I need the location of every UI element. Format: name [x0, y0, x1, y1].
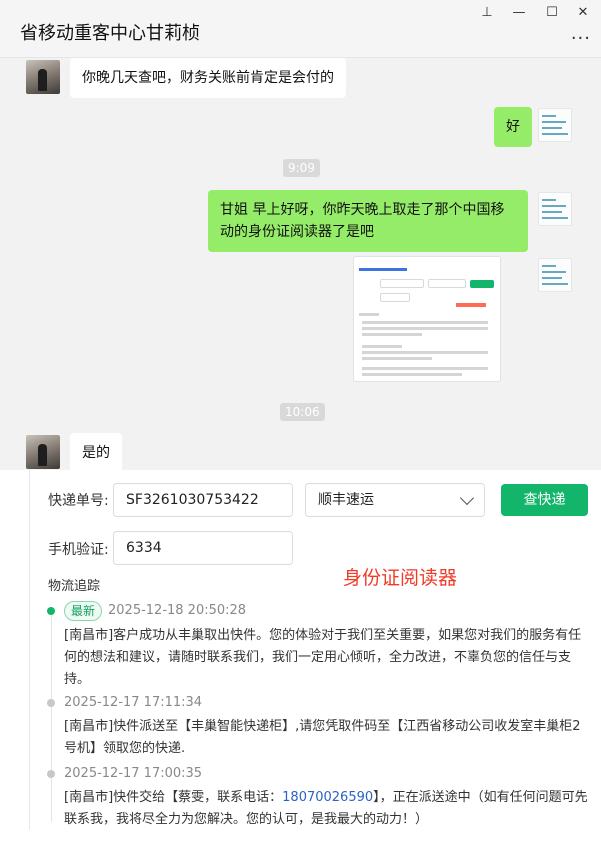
message-timestamp: 9:09 — [283, 159, 320, 177]
my-avatar[interactable] — [538, 108, 572, 142]
event-time: 2025-12-18 20:50:28 — [108, 603, 247, 618]
latest-badge: 最新 — [64, 601, 103, 621]
timeline-dot — [47, 699, 55, 707]
more-options-icon[interactable]: ··· — [571, 28, 591, 49]
chat-area[interactable]: 你晚几天查吧，财务关账前肯定是会付的 好 9:09 甘姐 早上好呀，你昨天晚上取… — [0, 58, 601, 470]
pin-icon[interactable]: ⊥ — [476, 4, 498, 22]
close-icon[interactable]: ✕ — [572, 4, 594, 22]
event-text-part: [南昌市]快件交给【蔡雯，联系电话： — [64, 790, 283, 805]
message-bubble-incoming[interactable]: 是的 — [70, 433, 122, 470]
tracking-section-title: 物流追踪 — [48, 579, 101, 594]
timeline-line — [51, 612, 52, 822]
query-courier-button[interactable]: 查快递 — [501, 484, 588, 516]
carrier-select[interactable]: 顺丰速运 — [305, 483, 485, 517]
chevron-down-icon — [459, 490, 475, 506]
contact-avatar[interactable] — [26, 435, 60, 469]
image-message-thumbnail[interactable] — [353, 256, 501, 382]
message-bubble-outgoing[interactable]: 好 — [494, 107, 532, 147]
tracking-number-input[interactable]: SF3261030753422 — [113, 483, 293, 517]
phone-verify-label: 手机验证: — [48, 542, 109, 558]
message-timestamp: 10:06 — [280, 403, 325, 421]
courier-phone-link[interactable]: 18070026590 — [282, 790, 373, 805]
tracking-number-label: 快递单号: — [48, 493, 109, 509]
annotation-text: 身份证阅读器 — [343, 567, 458, 589]
my-avatar[interactable] — [538, 192, 572, 226]
phone-verify-input[interactable]: 6334 — [113, 531, 293, 565]
maximize-icon[interactable]: ☐ — [541, 4, 563, 22]
timeline-dot-latest — [47, 607, 55, 615]
event-description: [南昌市]快件交给【蔡雯，联系电话：18070026590】，正在派送途中（如有… — [64, 787, 592, 831]
contact-avatar[interactable] — [26, 60, 60, 94]
event-description: [南昌市]客户成功从丰巢取出快件。您的体验对于我们至关重要，如果您对我们的服务有… — [64, 628, 582, 687]
message-bubble-incoming[interactable]: 你晚几天查吧，财务关账前肯定是会付的 — [70, 58, 346, 98]
event-description: [南昌市]快件派送至【丰巢智能快递柜】,请您凭取件码至【江西省移动公司收发室丰巢… — [64, 719, 581, 756]
minimize-icon[interactable]: — — [508, 4, 530, 22]
event-time: 2025-12-17 17:11:34 — [64, 695, 203, 710]
event-time: 2025-12-17 17:00:35 — [64, 766, 203, 781]
my-avatar[interactable] — [538, 258, 572, 292]
chat-title: 省移动重客中心甘莉桢 — [20, 23, 200, 44]
timeline-dot — [47, 770, 55, 778]
panel-divider — [29, 470, 30, 830]
title-bar: 省移动重客中心甘莉桢 ⊥ — ☐ ✕ ··· — [0, 0, 601, 58]
message-bubble-outgoing[interactable]: 甘姐 早上好呀，你昨天晚上取走了那个中国移动的身份证阅读器了是吧 — [208, 190, 528, 252]
carrier-select-value: 顺丰速运 — [318, 492, 374, 508]
